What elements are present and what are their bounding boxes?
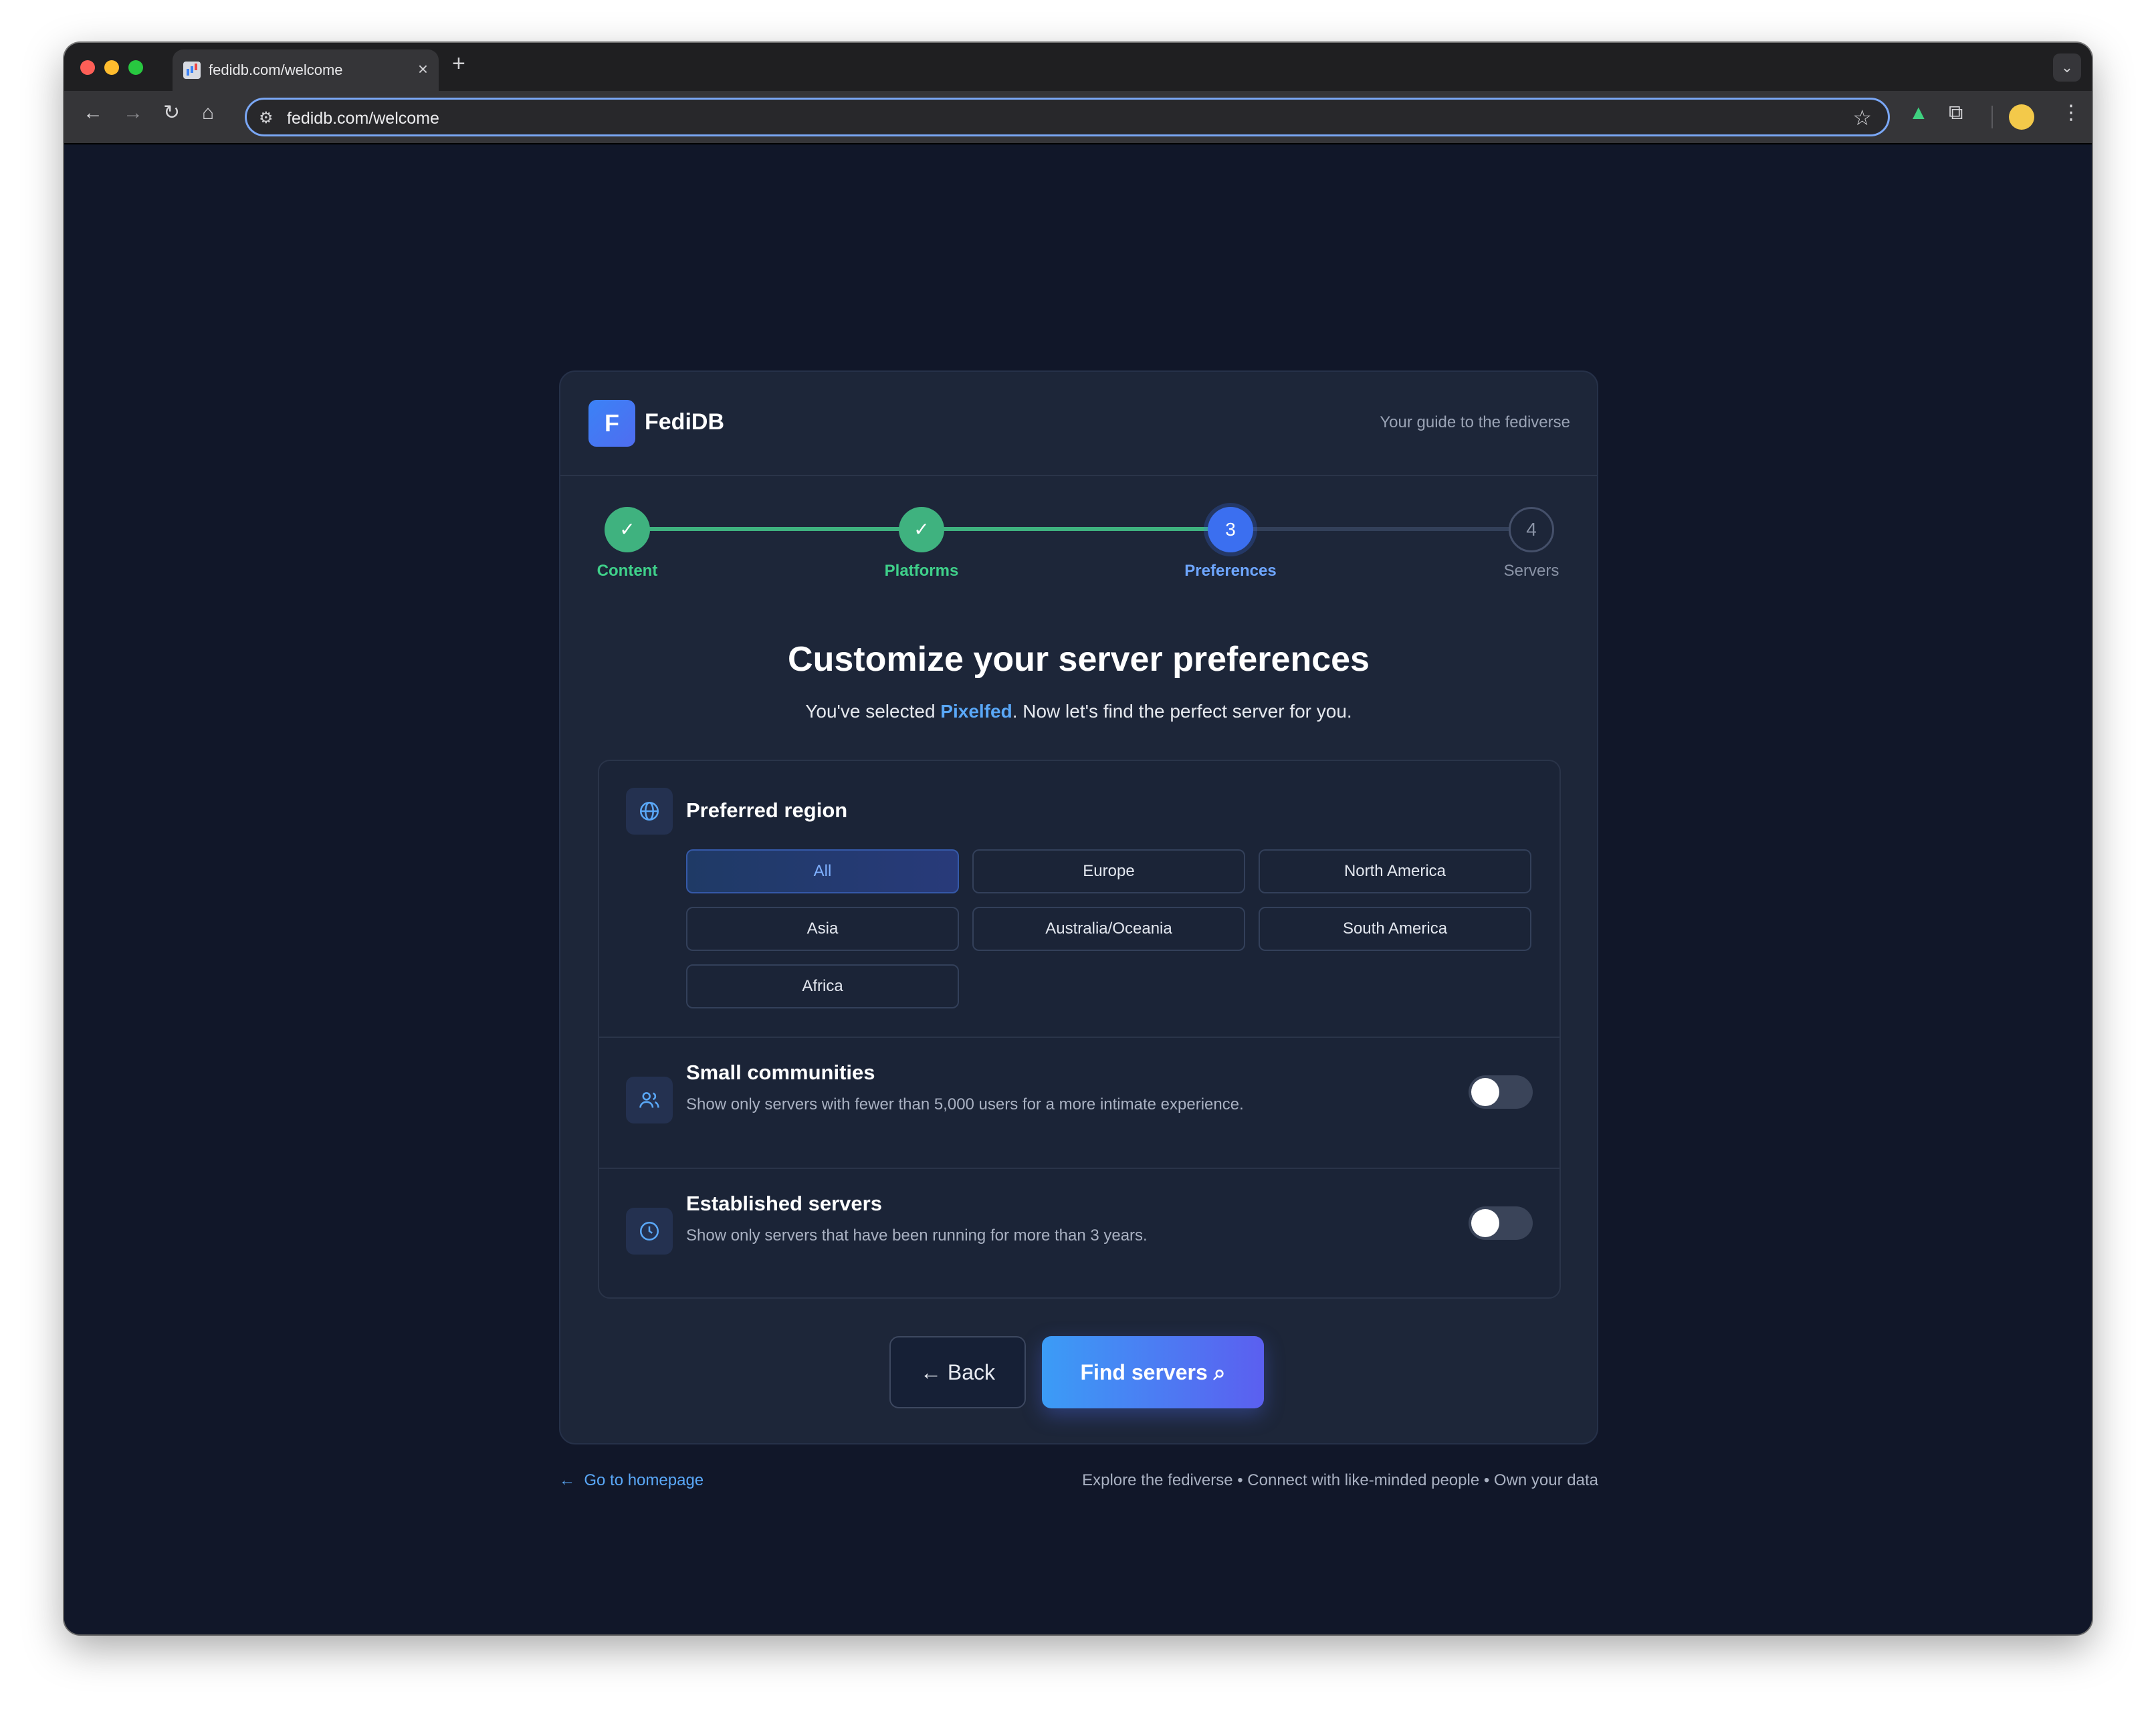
users-icon xyxy=(626,1077,673,1123)
find-servers-button[interactable]: Find servers ⌕ xyxy=(1042,1336,1264,1408)
selected-platform: Pixelfed xyxy=(940,701,1012,722)
search-icon: ⌕ xyxy=(1207,1360,1226,1384)
subtitle-suffix: . Now let's find the perfect server for … xyxy=(1012,701,1352,722)
region-title: Preferred region xyxy=(686,798,848,822)
toggle-knob xyxy=(1471,1078,1499,1106)
established-servers-title: Established servers xyxy=(686,1192,882,1215)
region-option-australia-oceania[interactable]: Australia/Oceania xyxy=(972,907,1245,951)
browser-tab[interactable]: fedidb.com/welcome × xyxy=(173,49,439,91)
forward-nav-icon[interactable]: → xyxy=(123,103,143,123)
profile-avatar[interactable] xyxy=(2009,104,2034,130)
bookmark-star-icon[interactable]: ☆ xyxy=(1852,105,1872,130)
footer-tagline: Explore the fediverse • Connect with lik… xyxy=(1082,1471,1598,1489)
go-to-homepage-link[interactable]: ← Go to homepage xyxy=(559,1471,704,1490)
url-text[interactable]: fedidb.com/welcome xyxy=(287,109,439,128)
extension-icon[interactable]: ▲ xyxy=(1909,103,1929,123)
browser-window: fedidb.com/welcome × + ⌄ ← → ↻ ⌂ ⚙ fedid… xyxy=(64,43,2092,1634)
favicon-icon xyxy=(183,62,201,79)
step-1-label: Content xyxy=(597,562,658,580)
back-button[interactable]: ← Back xyxy=(889,1336,1026,1408)
small-communities-description: Show only servers with fewer than 5,000 … xyxy=(686,1095,1244,1113)
step-4-label: Servers xyxy=(1503,562,1559,580)
home-icon[interactable]: ⌂ xyxy=(202,103,214,123)
tab-strip: fedidb.com/welcome × + ⌄ xyxy=(64,43,2092,91)
established-servers-description: Show only servers that have been running… xyxy=(686,1226,1148,1245)
section-divider xyxy=(599,1168,1559,1169)
maximize-window-button[interactable] xyxy=(128,60,143,75)
back-button-label: Back xyxy=(947,1360,996,1384)
region-option-all[interactable]: All xyxy=(686,849,959,893)
browser-menu-icon[interactable]: ⋮ xyxy=(2061,103,2081,123)
preferences-panel: Preferred region All Europe North Americ… xyxy=(598,760,1561,1299)
new-tab-button[interactable]: + xyxy=(452,52,465,75)
find-servers-label: Find servers xyxy=(1080,1360,1208,1384)
globe-icon xyxy=(626,788,673,835)
step-1-check-icon: ✓ xyxy=(605,507,650,552)
region-option-asia[interactable]: Asia xyxy=(686,907,959,951)
page: F FediDB Your guide to the fediverse ✓ C… xyxy=(64,146,2092,1634)
card-header: F FediDB Your guide to the fediverse xyxy=(560,372,1597,476)
region-option-south-america[interactable]: South America xyxy=(1259,907,1531,951)
toolbar-divider xyxy=(1991,106,1993,128)
step-2-label: Platforms xyxy=(884,562,959,580)
logo-text: FediDB xyxy=(645,409,724,435)
back-nav-icon[interactable]: ← xyxy=(83,103,103,123)
step-3-marker: 3 xyxy=(1208,507,1253,552)
step-connector xyxy=(1229,527,1530,531)
address-bar[interactable]: ⚙ fedidb.com/welcome ☆ xyxy=(245,98,1890,136)
arrow-left-icon: ← xyxy=(920,1360,948,1384)
tab-close-icon[interactable]: × xyxy=(418,59,428,80)
onboarding-card: F FediDB Your guide to the fediverse ✓ C… xyxy=(559,370,1598,1444)
small-communities-toggle[interactable] xyxy=(1469,1075,1533,1109)
section-divider xyxy=(599,1037,1559,1038)
logo-icon: F xyxy=(588,400,635,447)
small-communities-title: Small communities xyxy=(686,1061,875,1084)
step-connector xyxy=(922,527,1229,531)
subtitle-prefix: You've selected xyxy=(805,701,941,722)
toggle-knob xyxy=(1471,1209,1499,1237)
header-tagline: Your guide to the fediverse xyxy=(1380,413,1570,431)
region-option-north-america[interactable]: North America xyxy=(1259,849,1531,893)
close-window-button[interactable] xyxy=(80,60,95,75)
site-info-icon[interactable]: ⚙ xyxy=(259,108,274,128)
browser-toolbar: ← → ↻ ⌂ ⚙ fedidb.com/welcome ☆ ▲ ⧉ ⋮ xyxy=(64,91,2092,144)
tab-search-button[interactable]: ⌄ xyxy=(2053,53,2081,82)
extensions-puzzle-icon[interactable]: ⧉ xyxy=(1949,103,1963,123)
minimize-window-button[interactable] xyxy=(104,60,119,75)
arrow-left-icon: ← xyxy=(559,1471,584,1489)
clock-icon xyxy=(626,1208,673,1255)
reload-icon[interactable]: ↻ xyxy=(163,103,180,123)
step-connector xyxy=(627,527,922,531)
step-3-label: Preferences xyxy=(1184,562,1277,580)
step-4-marker: 4 xyxy=(1509,507,1554,552)
tab-title: fedidb.com/welcome xyxy=(209,62,343,78)
go-to-homepage-label: Go to homepage xyxy=(584,1471,704,1489)
established-servers-toggle[interactable] xyxy=(1469,1206,1533,1240)
page-title: Customize your server preferences xyxy=(788,640,1370,679)
page-subtitle: You've selected Pixelfed. Now let's find… xyxy=(560,701,1597,722)
region-option-europe[interactable]: Europe xyxy=(972,849,1245,893)
step-2-check-icon: ✓ xyxy=(899,507,944,552)
region-option-africa[interactable]: Africa xyxy=(686,964,959,1008)
